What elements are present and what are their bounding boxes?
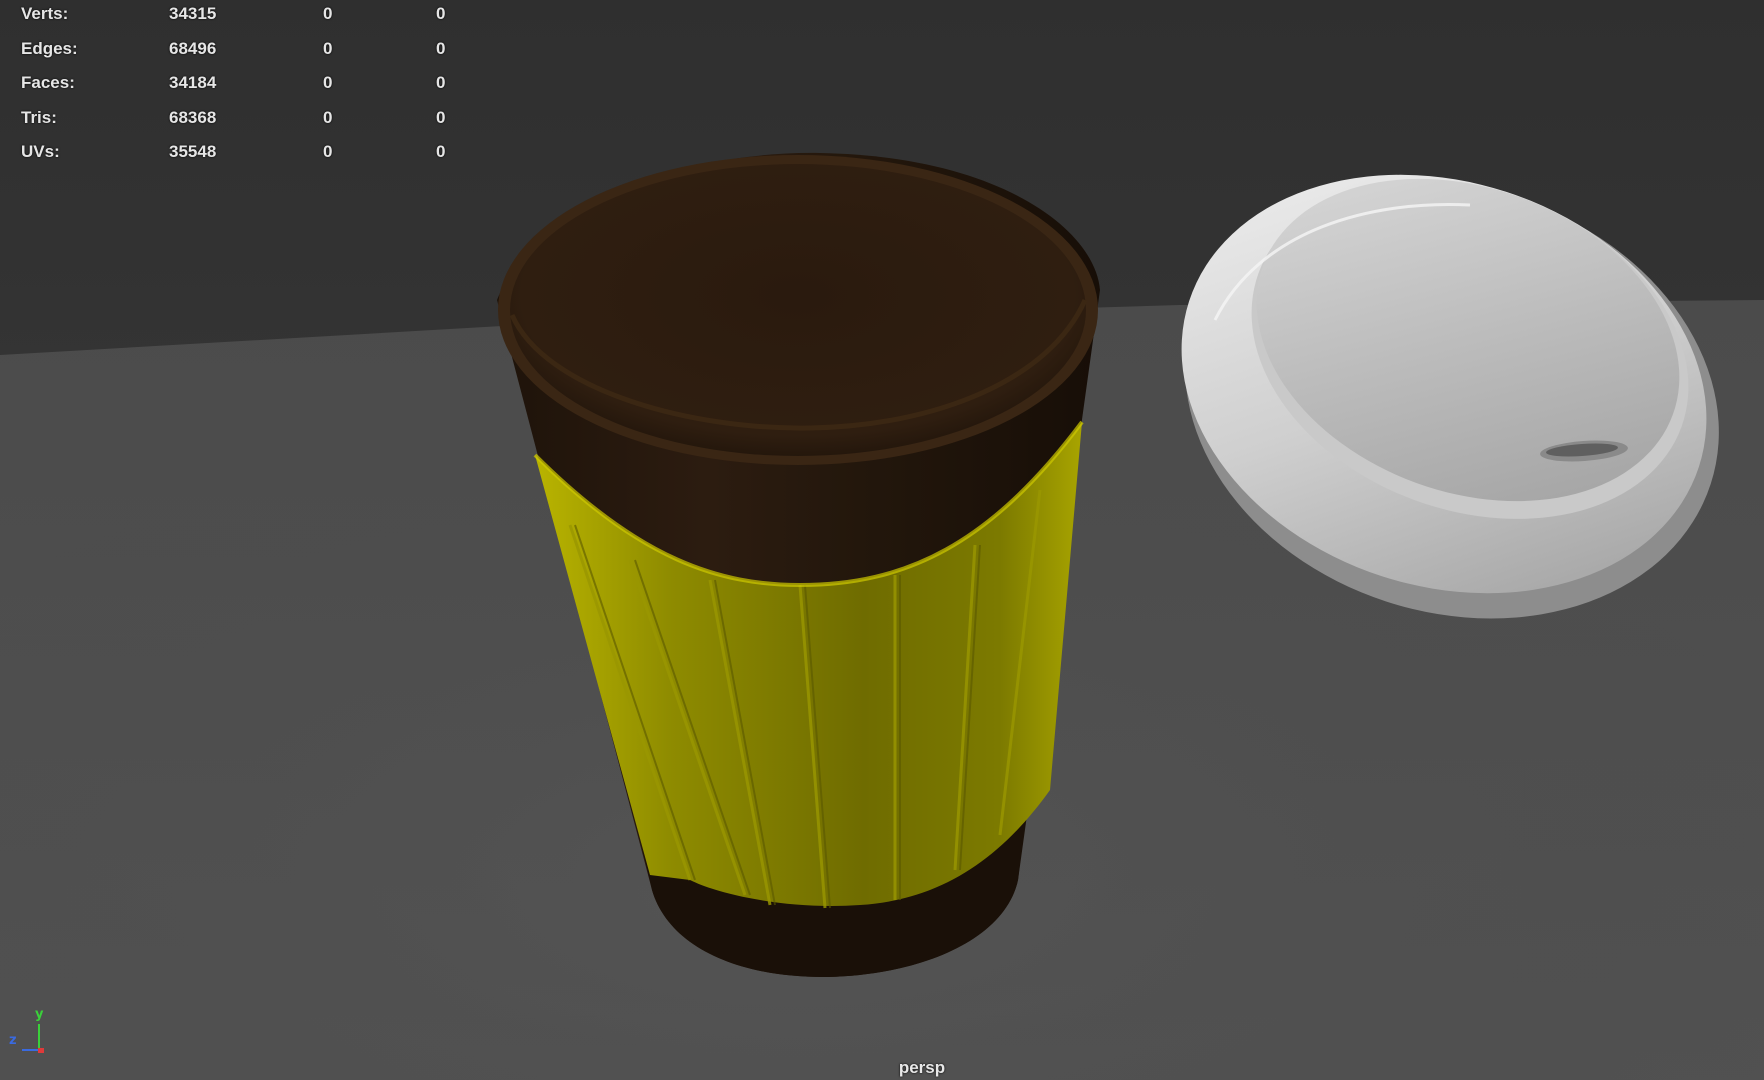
hud-value: 0 [323,107,333,127]
hud-label: UVs: [21,142,60,162]
hud-value: 0 [436,142,446,162]
hud-value: 0 [436,73,446,93]
axis-y-label: y [35,1007,44,1022]
hud-value: 0 [323,4,333,23]
hud-value: 35548 [169,142,217,162]
hud-value: 0 [323,73,333,93]
scene-render[interactable] [0,0,1764,1080]
3d-viewport[interactable]: Verts: 34315 0 0 Edges: 68496 0 0 Faces:… [0,0,1764,1080]
hud-value: 34184 [169,73,217,93]
hud-value: 0 [323,142,333,162]
hud-value: 0 [323,38,333,58]
hud-label: Tris: [21,107,57,127]
hud-value: 0 [436,107,446,127]
hud-value: 0 [436,38,446,58]
axis-z-label: z [9,1033,17,1048]
hud-value: 0 [436,4,446,23]
hud-label: Faces: [21,73,75,93]
camera-name-label: persp [898,1058,946,1077]
hud-value: 34315 [169,4,217,23]
hud-label: Edges: [21,38,78,58]
hud-label: Verts: [21,4,69,23]
hud-value: 68496 [169,38,217,58]
view-axis-icon: y z [9,1007,44,1053]
hud-value: 68368 [169,107,217,127]
